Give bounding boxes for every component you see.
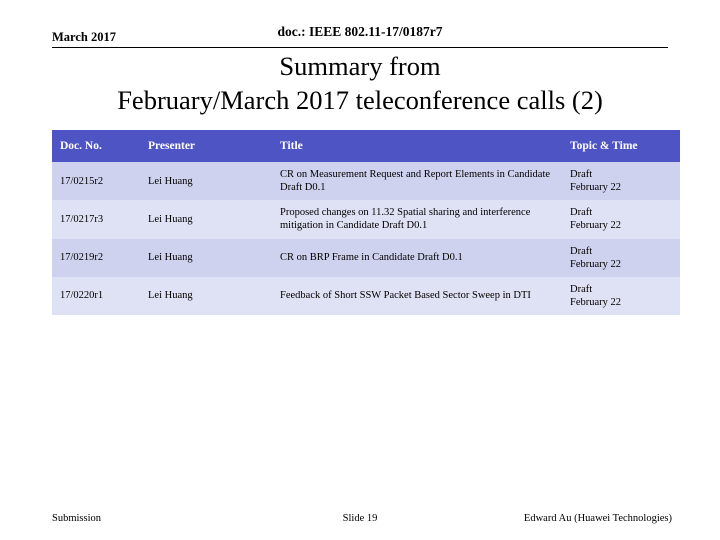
cell-topic-time: Draft February 22: [562, 200, 680, 239]
slide-header: March 2017 doc.: IEEE 802.11-17/0187r7: [0, 0, 720, 50]
cell-topic-time: Draft February 22: [562, 162, 680, 201]
cell-presenter: Lei Huang: [140, 200, 272, 239]
cell-topic: Draft: [570, 283, 593, 295]
cell-topic: Draft: [570, 169, 593, 180]
header-divider: [52, 47, 668, 48]
slide-footer: Submission Slide 19 Edward Au (Huawei Te…: [0, 505, 720, 527]
cell-topic: Draft: [570, 207, 593, 219]
cell-doc-no: 17/0217r3: [52, 200, 140, 239]
page-title-line2: February/March 2017 teleconference calls…: [117, 84, 603, 115]
table-row: 17/0219r2 Lei Huang CR on BRP Frame in C…: [52, 238, 680, 277]
cell-presenter: Lei Huang: [140, 276, 272, 315]
page-title: Summary from February/March 2017 telecon…: [40, 50, 680, 118]
cell-topic: Draft: [570, 245, 593, 257]
cell-time: February 22: [570, 296, 622, 308]
cell-presenter: Lei Huang: [140, 162, 272, 201]
summary-table: Doc. No. Presenter Title Topic & Time 17…: [52, 130, 680, 315]
cell-title: CR on BRP Frame in Candidate Draft D0.1: [272, 238, 562, 277]
table-header: Doc. No. Presenter Title Topic & Time: [52, 130, 680, 162]
cell-time: February 22: [570, 182, 622, 194]
summary-table-container: Doc. No. Presenter Title Topic & Time 17…: [52, 130, 680, 315]
table-header-row: Doc. No. Presenter Title Topic & Time: [52, 130, 680, 162]
table-row: 17/0215r2 Lei Huang CR on Measurement Re…: [52, 162, 680, 201]
cell-topic-time: Draft February 22: [562, 276, 680, 315]
page-title-line1: Summary from: [279, 51, 441, 81]
table-row: 17/0220r1 Lei Huang Feedback of Short SS…: [52, 276, 680, 315]
cell-time: February 22: [570, 220, 622, 232]
cell-title: Proposed changes on 11.32 Spatial sharin…: [272, 200, 562, 239]
table-body: 17/0215r2 Lei Huang CR on Measurement Re…: [52, 162, 680, 315]
cell-title: Feedback of Short SSW Packet Based Secto…: [272, 276, 562, 315]
column-header-topic-time: Topic & Time: [562, 130, 680, 162]
column-header-title: Title: [272, 130, 562, 162]
column-header-presenter: Presenter: [140, 130, 272, 162]
cell-presenter: Lei Huang: [140, 238, 272, 277]
cell-title: CR on Measurement Request and Report Ele…: [272, 162, 562, 201]
table-row: 17/0217r3 Lei Huang Proposed changes on …: [52, 200, 680, 239]
cell-doc-no: 17/0220r1: [52, 276, 140, 315]
footer-author: Edward Au (Huawei Technologies): [523, 513, 672, 524]
cell-topic-time: Draft February 22: [562, 238, 680, 277]
header-doc-number: doc.: IEEE 802.11-17/0187r7: [277, 24, 443, 39]
cell-doc-no: 17/0219r2: [52, 238, 140, 277]
column-header-doc-no: Doc. No.: [52, 130, 140, 162]
cell-doc-no: 17/0215r2: [52, 162, 140, 201]
cell-time: February 22: [570, 258, 622, 270]
